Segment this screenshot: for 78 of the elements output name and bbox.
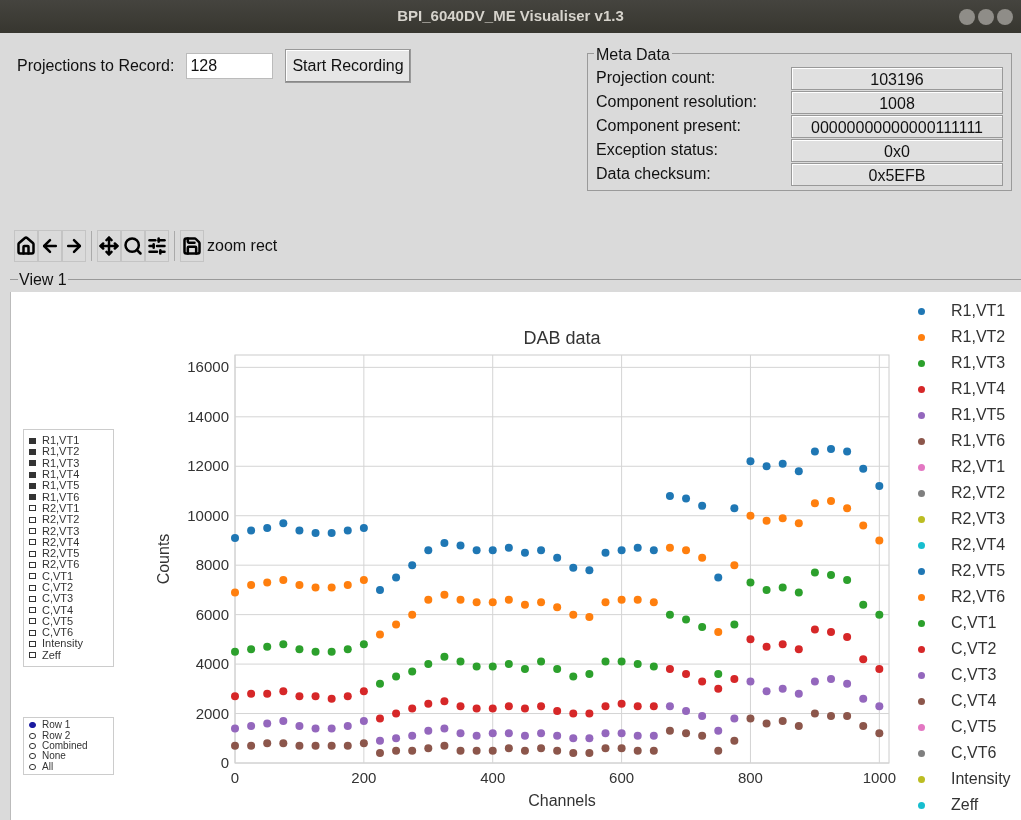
legend-label: R1,VT1 <box>951 301 1006 321</box>
checkbox-label: C,VT1 <box>42 570 74 582</box>
legend-label: R1,VT6 <box>951 431 1006 451</box>
legend-label: R2,VT1 <box>951 457 1006 477</box>
projections-label: Projections to Record: <box>17 56 175 76</box>
start-recording-button[interactable]: Start Recording <box>285 49 411 83</box>
legend-label: C,VT4 <box>951 691 997 711</box>
x-tick-label: 800 <box>737 769 763 786</box>
checkbox-label: Intensity <box>42 638 83 650</box>
y-tick-label: 4000 <box>195 655 229 673</box>
checkbox-label: R2,VT3 <box>42 525 80 537</box>
projections-field[interactable]: 128 <box>186 53 274 79</box>
x-tick-label: 0 <box>230 769 240 786</box>
y-tick-label: 0 <box>220 754 229 771</box>
y-axis-label: Counts <box>155 533 172 585</box>
y-tick-label: 2000 <box>195 704 229 722</box>
legend-label: C,VT6 <box>951 743 997 763</box>
legend-label: R2,VT2 <box>951 483 1006 503</box>
radio-label: Row 1 <box>42 720 71 731</box>
legend-label: R2,VT5 <box>951 561 1006 581</box>
checkbox-label: C,VT5 <box>42 615 74 627</box>
y-tick-label: 12000 <box>187 457 229 475</box>
x-tick-label: 1000 <box>862 769 896 786</box>
radio-label: None <box>42 751 66 762</box>
checkbox-label: R1,VT6 <box>42 491 80 503</box>
checkbox-label: R2,VT5 <box>42 548 80 560</box>
y-tick-label: 6000 <box>195 605 229 623</box>
checkbox-label: R1,VT3 <box>42 457 80 469</box>
y-tick-label: 14000 <box>187 407 229 425</box>
meta-value: 103196 <box>791 66 1003 90</box>
legend-label: R2,VT3 <box>951 509 1006 529</box>
y-tick-label: 16000 <box>187 358 229 376</box>
meta-label: Exception status: <box>596 140 719 160</box>
meta-label: Component resolution: <box>596 92 758 112</box>
window-title: BPI_6040DV_ME Visualiser v1.3 <box>397 6 624 27</box>
checkbox-label: R1,VT5 <box>42 480 80 492</box>
checkbox-label: R2,VT2 <box>42 514 80 526</box>
legend-label: R2,VT4 <box>951 535 1006 555</box>
y-tick-label: 10000 <box>187 506 229 524</box>
legend-label: C,VT1 <box>951 613 997 633</box>
checkbox-label: Zeff <box>42 649 61 661</box>
legend-label: C,VT2 <box>951 639 997 659</box>
legend-label: R1,VT5 <box>951 405 1006 425</box>
checkbox-label: R2,VT1 <box>42 502 80 514</box>
chart-title: DAB data <box>523 328 601 348</box>
radio-label: Row 2 <box>42 730 71 741</box>
legend-label: C,VT5 <box>951 717 997 737</box>
x-tick-label: 600 <box>609 769 635 786</box>
legend-label: R2,VT6 <box>951 587 1006 607</box>
legend-label: C,VT3 <box>951 665 997 685</box>
x-axis-label: Channels <box>528 792 596 809</box>
toolbar-mode-label: zoom rect <box>207 236 278 256</box>
meta-value: 1008 <box>791 90 1003 114</box>
x-tick-label: 400 <box>480 769 506 786</box>
checkbox-label: R1,VT2 <box>42 446 80 458</box>
x-tick-label: 200 <box>351 769 377 786</box>
y-tick-label: 8000 <box>195 556 229 574</box>
checkbox-label: R2,VT4 <box>42 536 80 548</box>
legend-label: R1,VT4 <box>951 379 1006 399</box>
meta-label: Component present: <box>596 116 742 136</box>
meta-value: 00000000000000111111 <box>791 114 1003 138</box>
checkbox-label: C,VT3 <box>42 593 74 605</box>
checkbox-label: C,VT6 <box>42 627 74 639</box>
legend-label: R1,VT2 <box>951 327 1006 347</box>
radio-label: All <box>42 761 54 772</box>
meta-label: Projection count: <box>596 68 717 88</box>
checkbox-label: C,VT2 <box>42 582 74 593</box>
checkbox-label: R1,VT1 <box>42 435 80 447</box>
checkbox-label: R2,VT6 <box>42 559 80 571</box>
legend-label: R1,VT3 <box>951 353 1006 373</box>
checkbox-label: R1,VT4 <box>42 469 80 481</box>
meta-label: Data checksum: <box>596 164 712 184</box>
meta-value: 0x0 <box>791 138 1003 162</box>
checkbox-label: C,VT4 <box>42 604 74 616</box>
radio-label: Combined <box>42 740 88 751</box>
meta-value: 0x5EFB <box>791 162 1003 186</box>
legend-label: Intensity <box>951 769 1011 789</box>
legend-label: Zeff <box>951 795 979 815</box>
